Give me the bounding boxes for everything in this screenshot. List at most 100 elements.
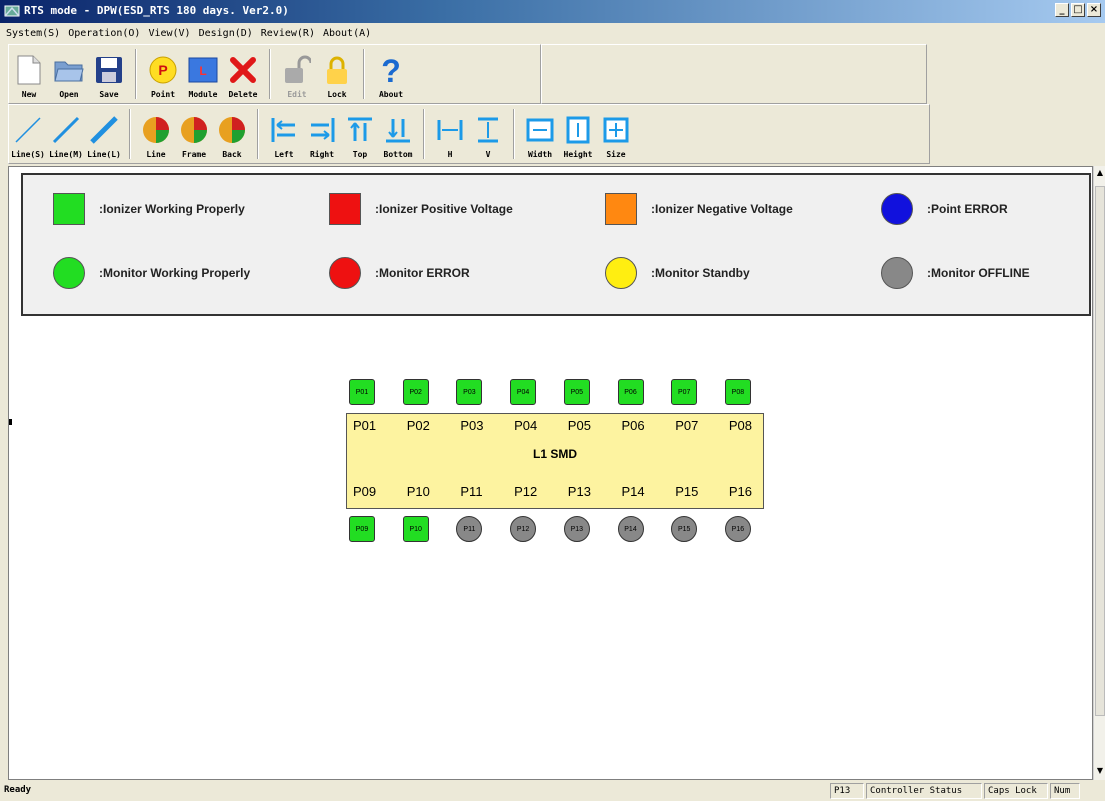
legend-item: :Monitor ERROR xyxy=(329,257,470,289)
toolbar-empty-area xyxy=(541,44,927,104)
status-num-lock: Num xyxy=(1050,783,1080,799)
edit-button[interactable]: Edit xyxy=(277,45,317,103)
scroll-up-icon[interactable]: ▲ xyxy=(1095,168,1105,180)
new-button[interactable]: New xyxy=(9,45,49,103)
point-p14[interactable]: P14 xyxy=(617,516,644,542)
module-l1-smd[interactable]: P01 P02 P03 P04 P05 P06 P07 P08 L1 SMD P09 P10 P1… xyxy=(346,413,764,509)
module-point-label: P08 xyxy=(728,418,753,433)
frame-color-button[interactable]: Frame xyxy=(175,105,213,163)
lock-icon xyxy=(321,54,353,86)
edit-label: Edit xyxy=(287,90,307,99)
point-p07[interactable]: P07 xyxy=(671,379,698,405)
space-v-button[interactable]: V xyxy=(469,105,507,163)
design-canvas[interactable]: :Ionizer Working Properly :Ionizer Posit… xyxy=(8,166,1093,780)
toolbar-separator xyxy=(513,109,515,159)
design-toolbar: Line(S) Line(M) Line(L) Line Frame Back … xyxy=(8,104,930,164)
point-p11[interactable]: P11 xyxy=(456,516,483,542)
vertical-scrollbar[interactable]: ▲ ▼ xyxy=(1093,166,1105,780)
legend-item: :Ionizer Negative Voltage xyxy=(605,193,793,225)
align-right-icon xyxy=(306,114,338,146)
space-h-button[interactable]: H xyxy=(431,105,469,163)
module-point-label: P05 xyxy=(567,418,591,433)
menu-about[interactable]: About(A) xyxy=(323,28,371,39)
same-height-button[interactable]: Height xyxy=(559,105,597,163)
space-v-icon xyxy=(472,114,504,146)
same-size-icon xyxy=(600,114,632,146)
space-h-icon xyxy=(434,114,466,146)
same-size-button[interactable]: Size xyxy=(597,105,635,163)
legend-label: :Monitor Working Properly xyxy=(99,266,251,280)
point-p09[interactable]: P09 xyxy=(349,516,375,542)
point-p03[interactable]: P03 xyxy=(456,379,483,405)
unlock-icon xyxy=(281,54,313,86)
delete-label: Delete xyxy=(228,90,258,99)
line-small-label: Line(S) xyxy=(11,150,45,159)
same-height-icon xyxy=(562,114,594,146)
menu-view[interactable]: View(V) xyxy=(148,28,190,39)
bottom-point-row: P09 P10 P11 P12 P13 P14 P15 P16 xyxy=(347,514,767,544)
svg-text:?: ? xyxy=(381,54,401,86)
toolbar-separator xyxy=(423,109,425,159)
open-button[interactable]: Open xyxy=(49,45,89,103)
module-point-label: P13 xyxy=(567,484,591,499)
point-button[interactable]: P Point xyxy=(143,45,183,103)
align-bottom-icon xyxy=(382,114,414,146)
point-p04[interactable]: P04 xyxy=(510,379,537,405)
point-p16[interactable]: P16 xyxy=(724,516,751,542)
app-window: RTS mode - DPW(ESD_RTS 180 days. Ver2.0)… xyxy=(0,0,1105,801)
module-icon: L xyxy=(187,54,219,86)
module-label: Module xyxy=(188,90,218,99)
toolbar-separator xyxy=(135,49,137,99)
maximize-button[interactable]: □ xyxy=(1071,3,1085,17)
legend-item: :Monitor Working Properly xyxy=(53,257,250,289)
align-bottom-button[interactable]: Bottom xyxy=(379,105,417,163)
line-color-label: Line xyxy=(146,150,166,159)
point-p10[interactable]: P10 xyxy=(402,516,429,542)
point-p08[interactable]: P08 xyxy=(724,379,751,405)
point-p02[interactable]: P02 xyxy=(402,379,429,405)
close-button[interactable]: × xyxy=(1087,3,1101,17)
back-color-button[interactable]: Back xyxy=(213,105,251,163)
line-color-icon xyxy=(140,114,172,146)
menu-review[interactable]: Review(R) xyxy=(261,28,315,39)
about-button[interactable]: ? About xyxy=(371,45,411,103)
menu-design[interactable]: Design(D) xyxy=(199,28,253,39)
scroll-thumb[interactable] xyxy=(1095,186,1105,716)
status-ready: Ready xyxy=(4,785,32,795)
menu-operation[interactable]: Operation(O) xyxy=(68,28,140,39)
minimize-button[interactable]: _ xyxy=(1055,3,1069,17)
line-color-button[interactable]: Line xyxy=(137,105,175,163)
space-h-label: H xyxy=(447,150,453,159)
window-title: RTS mode - DPW(ESD_RTS 180 days. Ver2.0) xyxy=(24,4,289,17)
align-left-button[interactable]: Left xyxy=(265,105,303,163)
line-thin-icon xyxy=(12,114,44,146)
point-p05[interactable]: P05 xyxy=(563,379,590,405)
legend-label: :Monitor ERROR xyxy=(375,266,470,280)
align-top-button[interactable]: Top xyxy=(341,105,379,163)
line-large-label: Line(L) xyxy=(87,150,121,159)
line-large-button[interactable]: Line(L) xyxy=(85,105,123,163)
align-right-button[interactable]: Right xyxy=(303,105,341,163)
main-toolbar: New Open Save P Point L Module Delete Ed… xyxy=(8,44,541,104)
same-width-button[interactable]: Width xyxy=(521,105,559,163)
save-button[interactable]: Save xyxy=(89,45,129,103)
legend-swatch xyxy=(605,257,637,289)
point-p01[interactable]: P01 xyxy=(349,379,375,405)
legend-label: :Ionizer Working Properly xyxy=(99,202,245,216)
legend-swatch xyxy=(881,193,913,225)
module-button[interactable]: L Module xyxy=(183,45,223,103)
point-p13[interactable]: P13 xyxy=(563,516,590,542)
line-medium-button[interactable]: Line(M) xyxy=(47,105,85,163)
resize-handle[interactable] xyxy=(9,419,12,425)
menu-system[interactable]: System(S) xyxy=(6,28,60,39)
module-point-label: P03 xyxy=(460,418,484,433)
point-p06[interactable]: P06 xyxy=(617,379,644,405)
toolbar-separator xyxy=(363,49,365,99)
line-small-button[interactable]: Line(S) xyxy=(9,105,47,163)
delete-button[interactable]: Delete xyxy=(223,45,263,103)
lock-button[interactable]: Lock xyxy=(317,45,357,103)
scroll-down-icon[interactable]: ▼ xyxy=(1095,766,1105,778)
title-bar[interactable]: RTS mode - DPW(ESD_RTS 180 days. Ver2.0)… xyxy=(0,0,1105,23)
point-p15[interactable]: P15 xyxy=(671,516,698,542)
point-p12[interactable]: P12 xyxy=(510,516,537,542)
